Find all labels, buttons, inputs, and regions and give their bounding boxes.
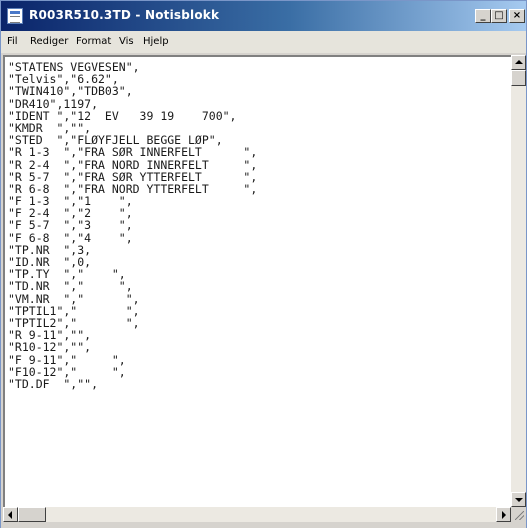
arrow-down-icon <box>515 498 523 502</box>
text-line: "F 6-8 ","4 ", <box>8 230 133 245</box>
window-bottom-border <box>1 522 526 528</box>
menu-view[interactable]: Vis <box>119 36 134 47</box>
scroll-up-button[interactable] <box>511 55 526 70</box>
vertical-scroll-thumb[interactable] <box>511 70 526 86</box>
text-line: "R10-12","", <box>8 340 92 355</box>
menu-help[interactable]: Hjelp <box>143 36 169 47</box>
scroll-right-button[interactable] <box>496 507 511 522</box>
scroll-left-button[interactable] <box>3 507 18 522</box>
vertical-scrollbar[interactable] <box>511 55 526 507</box>
minimize-button[interactable]: _ <box>475 9 491 23</box>
horizontal-scrollbar[interactable] <box>3 507 511 522</box>
notepad-window: R003R510.3TD - Notisblokk _ □ × Fil Redi… <box>0 0 527 528</box>
text-editor-area[interactable]: "STATENS VEGVESEN", "Telvis","6.62", "TWIN… <box>3 55 511 507</box>
text-line: "F 9-11"," ", <box>8 352 126 367</box>
close-button[interactable]: × <box>509 9 525 23</box>
menu-format[interactable]: Format <box>76 36 111 47</box>
horizontal-scroll-thumb[interactable] <box>18 507 46 522</box>
text-line: "VM.NR "," ", <box>8 291 140 306</box>
text-line: "DR410",1197, <box>8 96 99 111</box>
maximize-button[interactable]: □ <box>491 9 507 23</box>
menu-edit[interactable]: Rediger <box>30 36 68 47</box>
document-text: "STATENS VEGVESEN", "Telvis","6.62", "TWIN… <box>8 61 257 390</box>
menu-file[interactable]: Fil <box>7 36 18 47</box>
resize-grip-icon[interactable] <box>511 507 526 522</box>
text-line: "R 2-4 ","FRA NORD INNERFELT ", <box>8 157 258 172</box>
arrow-up-icon <box>515 60 523 64</box>
text-line: "TD.DF ","", <box>8 376 99 391</box>
arrow-left-icon <box>8 511 12 519</box>
text-line: "TWIN410","TDB03", <box>8 84 133 99</box>
title-bar[interactable]: R003R510.3TD - Notisblokk _ □ × <box>1 1 526 31</box>
arrow-right-icon <box>502 511 506 519</box>
text-line: "F 5-7 ","3 ", <box>8 218 133 233</box>
text-line: "TD.NR "," ", <box>8 279 133 294</box>
notepad-app-icon[interactable] <box>7 8 23 24</box>
text-line: "R 1-3 ","FRA SØR INNERFELT ", <box>8 145 258 160</box>
scroll-down-button[interactable] <box>511 492 526 507</box>
window-title: R003R510.3TD - Notisblokk <box>29 8 220 22</box>
menu-bar: Fil Rediger Format Vis Hjelp <box>1 31 526 53</box>
